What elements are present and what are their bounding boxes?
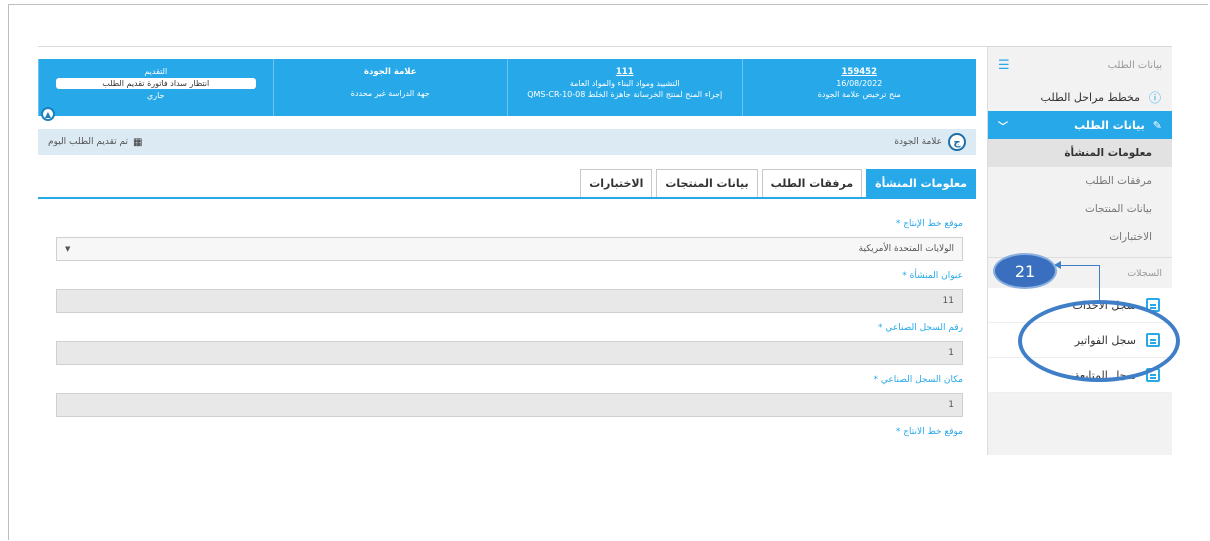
sidebar-header: بيانات الطلب ☰ xyxy=(988,47,1172,83)
field-label: رقم السجل الصناعي * xyxy=(877,323,963,333)
sidebar-item-label: بيانات الطلب xyxy=(1074,118,1145,132)
status-badge: انتظار سداد فاتورة تقديم الطلب xyxy=(55,78,256,89)
tab-attachments[interactable]: مرفقات الطلب xyxy=(761,169,863,197)
chevron-down-icon: ﹀ xyxy=(998,121,1008,133)
submitted-today-text: تم تقديم الطلب اليوم xyxy=(48,137,128,147)
tab-products[interactable]: بيانات المنتجات xyxy=(656,169,758,197)
sidebar-sub-tests[interactable]: الاختبارات xyxy=(988,223,1172,251)
request-date: 16/08/2022 xyxy=(836,79,883,88)
request-number-link[interactable]: 159452 xyxy=(842,67,878,77)
facility-address-field[interactable]: 11 xyxy=(56,289,963,313)
facility-form: موقع خط الإنتاج * الولايات المتحدة الأمر… xyxy=(56,209,963,439)
sidebar-sub-attachments[interactable]: مرفقات الطلب xyxy=(988,167,1172,195)
main-content: 159452 16/08/2022 منح ترخيص علامة الجودة… xyxy=(38,47,987,455)
calendar-icon: ▦ xyxy=(132,136,143,148)
field-label: عنوان المنشأة * xyxy=(902,271,963,281)
industrial-registry-place-field[interactable]: 1 xyxy=(56,393,963,417)
sidebar-item-label: مخطط مراحل الطلب xyxy=(1040,90,1140,104)
annotation-callout: 21 xyxy=(993,253,1057,289)
submitted-today-note: تم تقديم الطلب اليوم ▦ xyxy=(48,137,142,148)
sidebar: بيانات الطلب ☰ ⓘ مخطط مراحل الطلب ✎ بيان… xyxy=(987,47,1172,455)
dropdown-arrow-icon: ▼ xyxy=(65,245,71,253)
study-party: جهة الدراسة غير محددة xyxy=(350,89,430,98)
production-line-location-select[interactable]: الولايات المتحدة الأمريكية ▼ xyxy=(56,237,963,261)
field-value: 1 xyxy=(948,400,954,410)
tab-bar: معلومات المنشأة مرفقات الطلب بيانات المن… xyxy=(580,169,976,197)
menu-icon[interactable]: ☰ xyxy=(998,58,1010,73)
collapse-banner-button[interactable]: ▲ xyxy=(41,107,55,121)
edit-icon: ✎ xyxy=(1152,118,1162,132)
field-label: موقع خط الانتاج * xyxy=(895,427,963,437)
sidebar-item-request-data[interactable]: ✎ بيانات الطلب ﹀ xyxy=(988,111,1172,139)
procedure-name: QMS-CR-10-08 إجراء المنح لمنتج الخرسانة … xyxy=(527,90,723,99)
info-icon: ⓘ xyxy=(1148,90,1161,105)
service-name: علامة الجودة xyxy=(363,67,417,77)
sidebar-sub-facility-info[interactable]: معلومات المنشأة xyxy=(988,139,1172,167)
sidebar-sub-products[interactable]: بيانات المنتجات xyxy=(988,195,1172,223)
banner-service-info: علامة الجودة جهة الدراسة غير محددة xyxy=(272,59,508,116)
stage-label: التقديم xyxy=(144,67,168,76)
select-value: الولايات المتحدة الأمريكية xyxy=(858,244,954,254)
tab-tests[interactable]: الاختبارات xyxy=(580,169,653,197)
annotation-connector xyxy=(1099,265,1100,301)
field-label: موقع خط الإنتاج * xyxy=(895,219,963,229)
banner-status-info: التقديم انتظار سداد فاتورة تقديم الطلب ج… xyxy=(38,59,273,116)
tab-underline xyxy=(38,197,976,199)
annotation-highlight-ellipse xyxy=(1018,300,1180,382)
tab-facility-info[interactable]: معلومات المنشأة xyxy=(866,169,976,197)
service-badge-group: ج علامة الجودة xyxy=(894,133,966,151)
status-text: جاري xyxy=(146,91,165,100)
industrial-registry-number-field[interactable]: 1 xyxy=(56,341,963,365)
sector-code-link[interactable]: 111 xyxy=(616,67,634,77)
field-value: 11 xyxy=(942,296,954,306)
field-value: 1 xyxy=(948,348,954,358)
quality-mark-icon: ج xyxy=(948,133,966,151)
request-summary-banner: 159452 16/08/2022 منح ترخيص علامة الجودة… xyxy=(38,59,977,121)
info-bar: تم تقديم الطلب اليوم ▦ ج علامة الجودة xyxy=(38,129,976,155)
service-badge-label: علامة الجودة xyxy=(894,137,942,147)
sector-name: التشييد ومواد البناء والمواد العامة xyxy=(569,79,680,88)
banner-sector-info: 111 التشييد ومواد البناء والمواد العامة … xyxy=(507,59,742,116)
sidebar-title: بيانات الطلب xyxy=(1107,59,1162,71)
chevron-up-icon: ▲ xyxy=(44,109,52,119)
request-type: منح ترخيص علامة الجودة xyxy=(817,90,901,99)
field-label: مكان السجل الصناعي * xyxy=(873,375,963,385)
sidebar-item-stages-chart[interactable]: ⓘ مخطط مراحل الطلب xyxy=(988,83,1172,111)
banner-request-info: 159452 16/08/2022 منح ترخيص علامة الجودة xyxy=(741,59,977,116)
annotation-arrow xyxy=(1054,261,1100,269)
app-window: 159452 16/08/2022 منح ترخيص علامة الجودة… xyxy=(38,46,1172,455)
